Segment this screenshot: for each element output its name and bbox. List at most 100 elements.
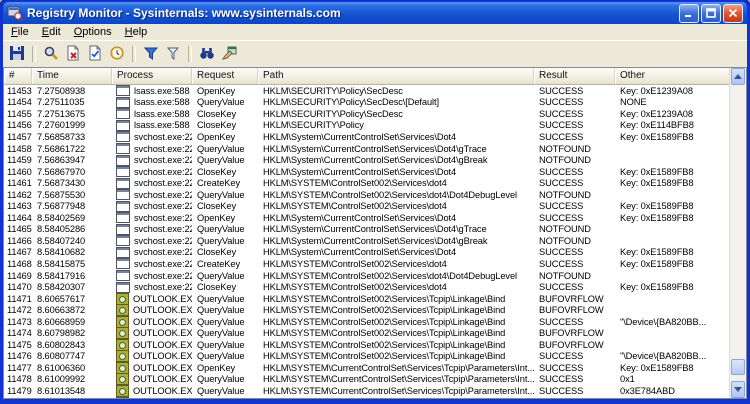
row-index: 11460 (7, 166, 32, 177)
process-icon (116, 361, 129, 374)
time-format-button[interactable] (106, 44, 128, 64)
filter-button[interactable] (140, 44, 162, 64)
event-row[interactable]: 11478 8.61009992 OUTLOOK.EX... QueryValu… (4, 373, 730, 386)
row-index: 11467 (7, 247, 32, 258)
row-time: 8.58417916 (37, 270, 86, 281)
process-name: svchost.exe:228 (134, 212, 192, 223)
event-row[interactable]: 11479 8.61013548 OUTLOOK.EX... QueryValu… (4, 385, 730, 397)
row-time: 8.60668959 (37, 316, 86, 327)
row-index: 11457 (7, 131, 32, 142)
process-name: svchost.exe:228 (134, 178, 192, 189)
row-request: CloseKey (197, 282, 236, 293)
scroll-up-arrow-icon[interactable] (731, 68, 745, 85)
regedit-jump-button[interactable] (218, 44, 240, 64)
event-row[interactable]: 11455 7.27513675 lsass.exe:588 CloseKey … (4, 108, 730, 120)
process-icon (116, 223, 130, 235)
row-result: SUCCESS (539, 108, 584, 119)
event-row[interactable]: 11458 7.56861722 svchost.exe:228 QueryVa… (4, 143, 730, 155)
regmon-window: Registry Monitor - Sysinternals: www.sys… (0, 0, 750, 404)
row-result: SUCCESS (539, 258, 584, 269)
event-row[interactable]: 11454 7.27511035 lsass.exe:588 QueryValu… (4, 96, 730, 109)
funnel-icon (143, 45, 159, 64)
process-name: svchost.exe:228 (134, 235, 192, 246)
process-icon (116, 235, 130, 247)
row-result: SUCCESS (539, 201, 584, 212)
column-header-process[interactable]: Process (112, 68, 192, 84)
column-header-time[interactable]: Time (32, 68, 112, 84)
row-index: 11474 (7, 328, 32, 339)
process-icon (116, 246, 130, 258)
clear-button[interactable] (62, 44, 84, 64)
column-header-path[interactable]: Path (258, 68, 534, 84)
maximize-button[interactable] (701, 3, 721, 23)
event-row[interactable]: 11474 8.60798982 OUTLOOK.EX... QueryValu… (4, 327, 730, 340)
process-icon (116, 166, 130, 178)
history-depth-button[interactable] (162, 44, 184, 64)
event-row[interactable]: 11453 7.27508938 lsass.exe:588 OpenKey H… (4, 85, 730, 97)
toolbar-separator (132, 46, 136, 62)
event-row[interactable]: 11461 7.56873430 svchost.exe:228 CreateK… (4, 177, 730, 189)
event-row[interactable]: 11459 7.56863947 svchost.exe:228 QueryVa… (4, 154, 730, 166)
column-header-other[interactable]: Other (615, 68, 730, 84)
row-result: BUFOVRFLOW (539, 339, 604, 350)
row-process: svchost.exe:228 (112, 281, 192, 293)
process-name: OUTLOOK.EX... (133, 339, 192, 350)
scroll-down-arrow-icon[interactable] (731, 381, 745, 398)
row-request: OpenKey (197, 131, 236, 142)
event-row[interactable]: 11470 8.58420307 svchost.exe:228 CloseKe… (4, 281, 730, 293)
process-name: svchost.exe:228 (134, 143, 192, 154)
process-icon (116, 338, 129, 351)
filter-dialog-button[interactable] (84, 44, 106, 64)
column-header-index[interactable]: # (4, 68, 32, 84)
app-body: File Edit Options Help # Time Process Re… (3, 24, 747, 399)
column-header-request[interactable]: Request (192, 68, 258, 84)
scrollbar-thumb[interactable] (731, 359, 745, 375)
event-row[interactable]: 11462 7.56875530 svchost.exe:228 QueryVa… (4, 189, 730, 201)
row-request: QueryValue (197, 155, 245, 166)
event-row[interactable]: 11463 7.56877948 svchost.exe:228 CloseKe… (4, 200, 730, 212)
vertical-scrollbar[interactable] (729, 68, 746, 398)
row-request: CloseKey (197, 108, 236, 119)
row-path: HKLM\System\CurrentControlSet\Services\D… (263, 224, 487, 235)
event-row[interactable]: 11457 7.56858733 svchost.exe:228 OpenKey… (4, 131, 730, 143)
event-row[interactable]: 11466 8.58407240 svchost.exe:228 QueryVa… (4, 235, 730, 247)
event-row[interactable]: 11477 8.61006360 OUTLOOK.EX... OpenKey H… (4, 361, 730, 374)
row-process: lsass.exe:588 (112, 108, 192, 120)
process-icon (116, 292, 129, 305)
menu-help[interactable]: Help (119, 25, 155, 39)
process-icon (116, 119, 130, 131)
event-row[interactable]: 11456 7.27601999 lsass.exe:588 CloseKey … (4, 119, 730, 132)
event-row[interactable]: 11460 7.56867970 svchost.exe:228 CloseKe… (4, 166, 730, 178)
find-button[interactable] (196, 44, 218, 64)
event-row[interactable]: 11475 8.60802843 OUTLOOK.EX... QueryValu… (4, 338, 730, 351)
row-process: OUTLOOK.EX... (112, 350, 192, 363)
event-row[interactable]: 11472 8.60663872 OUTLOOK.EX... QueryValu… (4, 304, 730, 317)
column-header-result[interactable]: Result (534, 68, 615, 84)
event-row[interactable]: 11468 8.58415875 svchost.exe:228 CreateK… (4, 258, 730, 270)
row-path: HKLM\System\CurrentControlSet\Services\D… (263, 212, 457, 223)
row-time: 7.56875530 (37, 189, 86, 200)
close-button[interactable] (723, 3, 743, 23)
save-button[interactable] (6, 44, 28, 64)
row-time: 7.27511035 (37, 97, 85, 108)
event-row[interactable]: 11476 8.60807747 OUTLOOK.EX... QueryValu… (4, 350, 730, 363)
event-row[interactable]: 11469 8.58417916 svchost.exe:228 QueryVa… (4, 270, 730, 282)
event-row[interactable]: 11464 8.58402569 svchost.exe:228 OpenKey… (4, 212, 730, 224)
menu-options[interactable]: Options (68, 25, 119, 39)
row-result: NOTFOUND (539, 235, 591, 246)
event-row[interactable]: 11467 8.58410682 svchost.exe:228 CloseKe… (4, 246, 730, 259)
event-row[interactable]: 11471 8.60657617 OUTLOOK.EX... QueryValu… (4, 292, 730, 305)
process-icon (116, 258, 130, 270)
title-bar[interactable]: Registry Monitor - Sysinternals: www.sys… (3, 2, 747, 24)
menu-file[interactable]: File (5, 25, 36, 39)
row-request: QueryValue (197, 270, 245, 281)
process-name: svchost.exe:228 (134, 282, 192, 293)
event-row[interactable]: 11465 8.58405286 svchost.exe:228 QueryVa… (4, 223, 730, 236)
row-time: 7.27601999 (37, 120, 86, 131)
event-row[interactable]: 11473 8.60668959 OUTLOOK.EX... QueryValu… (4, 315, 730, 328)
funnel-outline-icon (165, 45, 181, 64)
menu-edit[interactable]: Edit (36, 25, 68, 39)
event-row[interactable]: 11480 8.61016645 OUTLOOK.EX... QueryValu… (4, 396, 730, 398)
minimize-button[interactable] (679, 3, 699, 23)
capture-button[interactable] (40, 44, 62, 64)
